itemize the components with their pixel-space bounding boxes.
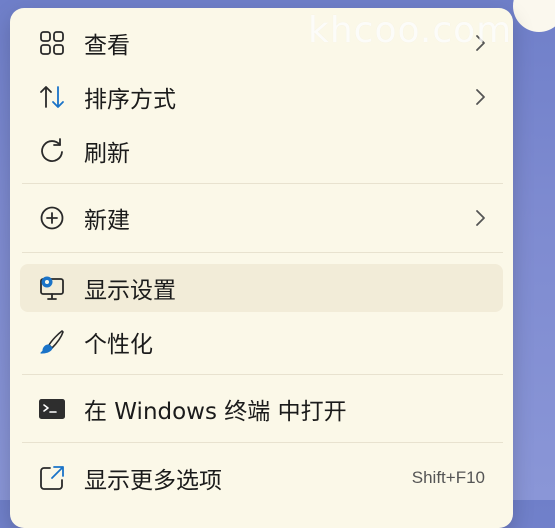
menu-item-label: 在 Windows 终端 中打开 <box>84 399 347 425</box>
sort-arrows-icon <box>38 83 66 111</box>
menu-separator <box>22 183 503 184</box>
menu-item-sort-by[interactable]: 排序方式 <box>20 73 503 121</box>
menu-item-label: 显示更多选项 <box>84 468 222 494</box>
display-settings-icon <box>38 274 66 302</box>
watermark: khcoo.com <box>308 10 513 51</box>
open-external-icon <box>38 464 66 492</box>
keyboard-shortcut: Shift+F10 <box>411 468 485 487</box>
paintbrush-icon <box>38 328 66 356</box>
desktop-background-orb <box>513 0 555 32</box>
menu-item-refresh[interactable]: 刷新 <box>20 127 503 175</box>
menu-separator <box>22 374 503 375</box>
terminal-icon <box>38 395 66 423</box>
chevron-right-icon <box>471 88 489 106</box>
menu-item-label: 排序方式 <box>84 87 176 113</box>
grid-view-icon <box>38 29 66 57</box>
chevron-right-icon <box>471 209 489 227</box>
menu-item-open-in-terminal[interactable]: 在 Windows 终端 中打开 <box>20 385 503 433</box>
add-circle-icon <box>38 204 66 232</box>
menu-item-personalize[interactable]: 个性化 <box>20 318 503 366</box>
menu-separator <box>22 442 503 443</box>
menu-item-label: 刷新 <box>84 141 130 167</box>
menu-item-label: 显示设置 <box>84 278 176 304</box>
menu-item-label: 个性化 <box>84 332 153 358</box>
menu-item-new[interactable]: 新建 <box>20 194 503 242</box>
menu-item-show-more-options[interactable]: 显示更多选项 Shift+F10 <box>20 454 503 502</box>
refresh-icon <box>38 137 66 165</box>
menu-item-display-settings[interactable]: 显示设置 <box>20 264 503 312</box>
menu-separator <box>22 252 503 253</box>
menu-item-label: 新建 <box>84 208 130 234</box>
menu-item-label: 查看 <box>84 33 130 59</box>
desktop-context-menu: khcoo.com 查看 排序方式 刷新 新建 显示设置 个性化 在 Windo… <box>10 8 513 528</box>
